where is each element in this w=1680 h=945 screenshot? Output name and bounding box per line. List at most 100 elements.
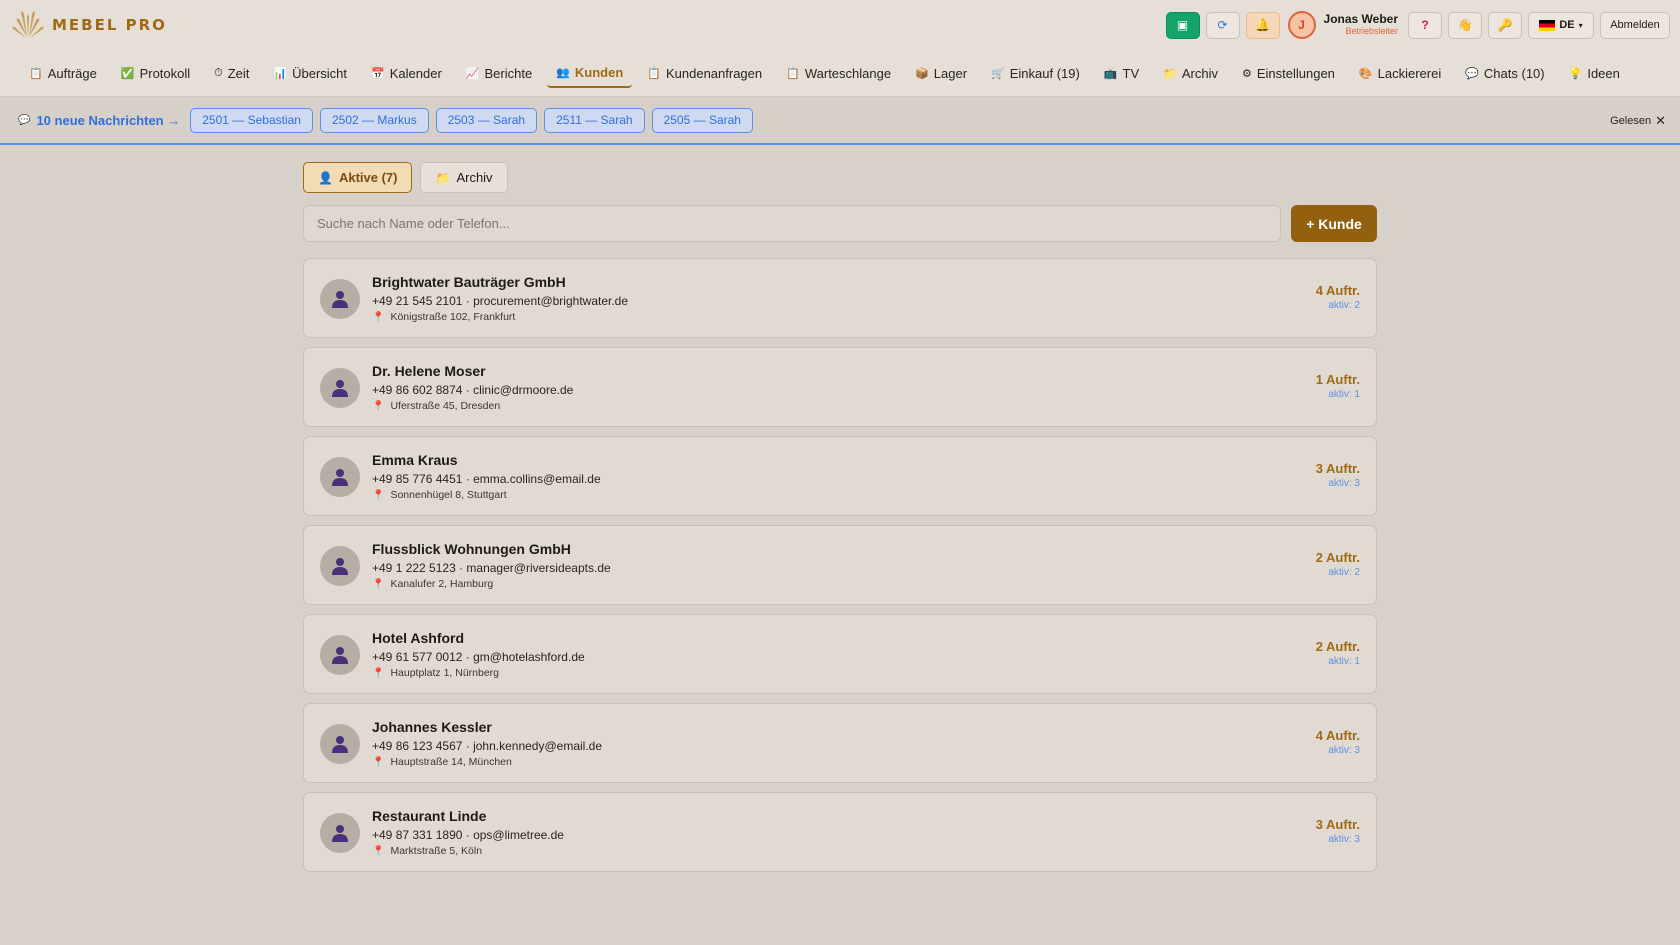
message-chip[interactable]: 2505 — Sarah (651, 107, 753, 133)
nav-item-11[interactable]: 📺 TV (1095, 58, 1148, 88)
message-chip[interactable]: 2503 — Sarah (435, 107, 538, 133)
customer-name: Flussblick Wohnungen GmbH (372, 541, 571, 557)
notifications-button[interactable]: 🔔 (1245, 11, 1280, 39)
nav-item-0[interactable]: 📋 Aufträge (20, 58, 106, 88)
person-icon (332, 558, 348, 575)
nav-icon: ⏱ (214, 66, 223, 79)
person-icon (332, 736, 348, 753)
message-chip[interactable]: 2511 — Sarah (544, 107, 645, 133)
person-icon (332, 647, 348, 664)
nav-icon: 📋 (29, 67, 43, 80)
nav-icon: ✅ (120, 67, 135, 80)
app-name: MEBEL PRO (52, 16, 167, 34)
person-icon (332, 825, 348, 842)
customer-address: Uferstraße 45, Dresden (390, 400, 501, 412)
customer-order-count: 2 Auftr. (1315, 550, 1360, 565)
close-icon: ✕ (1655, 113, 1666, 128)
nav-icon: 🎨 (1358, 67, 1373, 80)
language-label: DE (1559, 19, 1575, 31)
customer-address: Hauptplatz 1, Nürnberg (390, 667, 500, 679)
user-info: Jonas Weber Betriebsleiter (1324, 13, 1398, 36)
main-nav: 📋 Aufträge ✅ Protokoll ⏱ Zeit 📊 Übersicht 📅 Kalen… (0, 50, 1680, 97)
person-icon (332, 291, 348, 308)
nav-item-8[interactable]: 📋 Warteschlange (777, 58, 900, 88)
nav-icon: 💬 (1465, 67, 1479, 80)
nav-icon: 📁 (1163, 67, 1177, 80)
customer-name: Brightwater Bauträger GmbH (372, 274, 566, 290)
customer-order-count: 3 Auftr. (1315, 461, 1360, 476)
customer-address: Hauptstraße 14, München (390, 756, 512, 768)
key-button[interactable]: 🔑 (1488, 11, 1522, 39)
nav-item-16[interactable]: 💡 Ideen (1560, 58, 1629, 88)
nav-item-2[interactable]: ⏱ Zeit (205, 58, 258, 88)
screen-button[interactable]: ▣ (1165, 11, 1200, 39)
customer-contact: +49 61 577 0012 · gm@hotelashford.de (372, 650, 585, 664)
screen-icon: ▣ (1176, 18, 1189, 32)
nav-icon: 👥 (556, 66, 570, 79)
new-messages-link[interactable]: 💬 10 neue Nachrichten → (18, 113, 180, 128)
tab-active-customers[interactable]: 👤 Aktive (7) (303, 162, 413, 193)
customer-card[interactable]: Hotel Ashford +49 61 577 0012 · gm@hotela… (303, 614, 1377, 694)
nav-item-12[interactable]: 📁 Archiv (1154, 58, 1227, 88)
customer-contact: +49 87 331 1890 · ops@limetree.de (372, 828, 564, 842)
nav-item-label: Übersicht (292, 65, 348, 81)
logout-button[interactable]: Abmelden (1600, 11, 1670, 39)
nav-item-1[interactable]: ✅ Protokoll (112, 58, 199, 88)
customer-name: Hotel Ashford (372, 630, 465, 646)
person-icon (332, 380, 348, 397)
mark-read-button[interactable]: Gelesen ✕ (1610, 113, 1666, 129)
nav-item-3[interactable]: 📊 Übersicht (264, 58, 356, 88)
customer-search-input[interactable] (303, 205, 1281, 242)
nav-item-10[interactable]: 🛒 Einkauf (19) (982, 58, 1089, 88)
message-chip[interactable]: 2501 — Sebastian (190, 107, 313, 133)
customer-name: Dr. Helene Moser (372, 363, 486, 379)
nav-item-label: Einstellungen (1256, 65, 1335, 81)
nav-item-6[interactable]: 👥 Kunden (547, 58, 633, 88)
language-select[interactable]: DE ▾ (1528, 11, 1594, 39)
customer-active-count: aktiv: 2 (1328, 300, 1360, 311)
top-header: MEBEL PRO ▣ ⟳ 🔔 J Jonas Weber Betriebsle… (0, 0, 1680, 50)
customer-active-count: aktiv: 1 (1328, 656, 1360, 667)
customer-card[interactable]: Emma Kraus +49 85 776 4451 · emma.collins… (303, 436, 1377, 516)
help-button[interactable]: ? (1408, 11, 1442, 39)
customer-card[interactable]: Brightwater Bauträger GmbH +49 21 545 210… (303, 258, 1377, 338)
hand-button[interactable]: 👋 (1448, 11, 1482, 39)
nav-item-14[interactable]: 🎨 Lackiererei (1350, 58, 1450, 88)
customer-card[interactable]: Restaurant Linde +49 87 331 1890 · ops@li… (303, 792, 1377, 872)
customer-address-row: 📍 Sonnenhügel 8, Stuttgart (372, 489, 601, 501)
nav-icon: 📅 (371, 67, 385, 80)
customer-order-count: 1 Auftr. (1315, 372, 1360, 387)
customer-card[interactable]: Johannes Kessler +49 86 123 4567 · john.k… (303, 703, 1377, 783)
refresh-button[interactable]: ⟳ (1205, 11, 1240, 39)
tab-archive[interactable]: 📁 Archiv (420, 162, 508, 193)
message-chip[interactable]: 2502 — Markus (319, 107, 429, 133)
leaf-logo-icon (12, 11, 44, 39)
customer-address-row: 📍 Hauptstraße 14, München (372, 756, 602, 768)
user-avatar[interactable]: J (1287, 11, 1316, 39)
app-logo[interactable]: MEBEL PRO (10, 7, 167, 43)
customer-avatar (320, 368, 360, 408)
nav-item-4[interactable]: 📅 Kalender (362, 58, 451, 88)
nav-item-5[interactable]: 📈 Berichte (457, 58, 541, 88)
nav-item-15[interactable]: 💬 Chats (10) (1456, 58, 1553, 88)
nav-item-label: Lackiererei (1377, 65, 1442, 81)
nav-item-label: Protokoll (139, 65, 191, 81)
nav-icon: 📋 (647, 67, 661, 80)
nav-item-label: Lager (933, 65, 968, 81)
nav-item-13[interactable]: ⚙ Einstellungen (1233, 58, 1344, 88)
nav-item-7[interactable]: 📋 Kundenanfragen (638, 58, 771, 88)
message-notification-bar: 💬 10 neue Nachrichten → 2501 — Sebastian… (0, 97, 1680, 145)
customer-card[interactable]: Dr. Helene Moser +49 86 602 8874 · clinic… (303, 347, 1377, 427)
pin-icon: 📍 (372, 845, 385, 857)
customer-card[interactable]: Flussblick Wohnungen GmbH +49 1 222 5123 … (303, 525, 1377, 605)
chevron-down-icon: ▾ (1578, 20, 1583, 30)
nav-item-9[interactable]: 📦 Lager (906, 58, 976, 88)
customer-avatar (320, 724, 360, 764)
nav-item-label: TV (1122, 65, 1140, 81)
user-name: Jonas Weber (1323, 12, 1398, 27)
nav-icon: 📋 (786, 67, 800, 80)
add-customer-button[interactable]: + Kunde (1291, 205, 1377, 242)
folder-icon: 📁 (435, 170, 451, 185)
customer-name: Restaurant Linde (372, 808, 487, 824)
pin-icon: 📍 (372, 578, 385, 590)
